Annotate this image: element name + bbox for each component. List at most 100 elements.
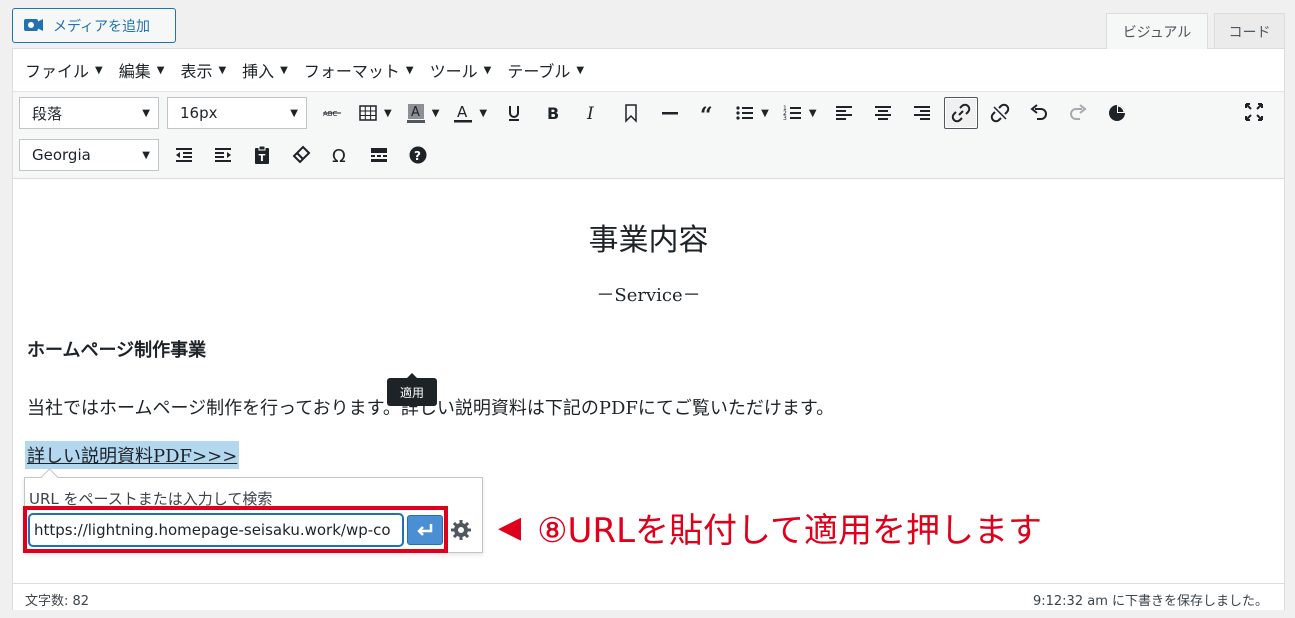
toolbar-row-1: 段落 ▼ 16px ▼ ABC ▼ A ▼ A ▼ B I “ ▼ 123 ▼ [19,96,1139,130]
pie-chart-button[interactable] [1100,97,1134,129]
underline-button[interactable] [497,97,531,129]
font-size-select[interactable]: 16px ▼ [167,97,307,129]
menu-edit[interactable]: 編集 ▼ [119,58,165,82]
special-character-icon: Ω [332,146,346,165]
background-color-icon: A [406,104,425,123]
add-media-label: メディアを追加 [53,18,151,35]
menu-insert[interactable]: 挿入 ▼ [242,58,288,82]
bullet-list-icon [736,106,754,120]
menu-view[interactable]: 表示 ▼ [180,58,226,82]
menu-label: ツール [429,62,478,81]
bullet-list-button[interactable] [731,97,759,129]
underline-icon [509,106,520,121]
horizontal-rule-button[interactable] [653,97,687,129]
undo-button[interactable] [1022,97,1056,129]
help-icon: ? [409,146,427,164]
italic-button[interactable]: I [575,97,609,129]
menu-table[interactable]: テーブル ▼ [507,58,584,82]
svg-text:“: “ [700,103,713,123]
editor-menubar: ファイル ▼ 編集 ▼ 表示 ▼ 挿入 ▼ フォーマット ▼ ツール ▼ テーブル ▼ [13,49,1284,91]
help-button[interactable]: ? [401,139,435,171]
annotation-text: ⑧URLを貼付して適用を押します [537,511,1042,551]
background-color-button[interactable]: A [402,97,430,129]
numbered-list-icon: 123 [783,105,801,122]
caret-down-icon[interactable]: ▼ [809,108,817,119]
indent-icon [215,148,231,162]
table-icon [359,105,377,121]
align-right-button[interactable] [905,97,939,129]
table-button[interactable] [354,97,382,129]
special-character-button[interactable]: Ω [323,139,357,171]
caret-down-icon: ▼ [483,64,492,76]
menu-tools[interactable]: ツール ▼ [430,58,492,82]
svg-text:3: 3 [783,115,787,122]
toolbar-row-2: Georgia ▼ T Ω ? [19,138,440,172]
section-heading: ホームページ制作事業 [27,340,207,361]
menu-format[interactable]: フォーマット ▼ [304,58,414,82]
outdent-button[interactable] [167,139,201,171]
read-more-button[interactable] [362,139,396,171]
caret-down-icon: ▼ [218,64,227,76]
font-family-select[interactable]: Georgia ▼ [19,139,159,171]
text-color-icon: A [454,103,473,123]
font-family-value: Georgia [32,146,91,164]
menu-label: ファイル [25,62,90,81]
svg-text:B: B [547,104,559,123]
fullscreen-button[interactable] [1237,96,1271,128]
link-options-button[interactable] [449,518,473,542]
clear-formatting-button[interactable] [284,139,318,171]
insert-link-button[interactable] [943,97,978,129]
strikethrough-button[interactable]: ABC [315,97,349,129]
horizontal-rule-icon [662,112,679,115]
align-left-button[interactable] [827,97,861,129]
blockquote-button[interactable]: “ [692,97,726,129]
bookmark-icon [625,104,637,123]
unlink-button[interactable] [983,97,1017,129]
redo-button[interactable] [1061,97,1095,129]
menu-file[interactable]: ファイル ▼ [25,58,103,82]
paste-as-text-button[interactable]: T [245,139,279,171]
format-select[interactable]: 段落 ▼ [19,97,159,129]
caret-down-icon[interactable]: ▼ [432,108,440,119]
caret-down-icon: ▼ [156,64,165,76]
blockquote-icon: “ [700,103,713,123]
indent-button[interactable] [206,139,240,171]
annotation-callout: ◀ ⑧URLを貼付して適用を押します [498,503,1042,552]
italic-icon: I [586,104,594,123]
svg-text:T: T [259,153,266,164]
page-heading: 事業内容 [588,223,709,258]
apply-link-button[interactable] [407,515,443,545]
caret-down-icon[interactable]: ▼ [384,108,392,119]
svg-text:Ω: Ω [332,146,346,165]
caret-down-icon[interactable]: ▼ [761,108,769,119]
insert-link-icon [951,103,970,123]
paste-as-text-icon: T [255,145,269,164]
clear-formatting-icon [292,145,311,164]
url-input[interactable] [29,514,403,546]
svg-text:?: ? [414,149,421,163]
apply-tooltip: 適用 [387,373,437,406]
caret-down-icon: ▼ [290,107,298,119]
align-center-button[interactable] [866,97,900,129]
selected-link-text[interactable]: 詳しい説明資料PDF>>> [25,441,240,469]
svg-text:ABC: ABC [323,110,337,118]
add-media-button[interactable]: メディアを追加 [12,8,176,43]
redo-icon [1069,104,1087,120]
caret-down-icon[interactable]: ▼ [479,108,487,119]
media-icon [24,18,43,31]
outdent-icon [176,148,192,162]
page-subheading: －Service－ [596,285,701,306]
tab-visual[interactable]: ビジュアル [1106,13,1208,49]
gear-icon [451,520,471,540]
svg-text:A: A [457,103,468,121]
align-right-icon [913,106,930,120]
autosave-status: 9:12:32 am に下書きを保存しました。 [1032,594,1268,609]
menu-label: テーブル [507,62,571,81]
text-color-button[interactable]: A [449,97,477,129]
tab-code[interactable]: コード [1214,13,1285,49]
read-more-icon [371,148,387,162]
numbered-list-button[interactable]: 123 [779,97,807,129]
bold-button[interactable]: B [536,97,570,129]
formatting-toolbar: 段落 ▼ 16px ▼ ABC ▼ A ▼ A ▼ B I “ ▼ 123 ▼ [13,91,1284,179]
bookmark-button[interactable] [614,97,648,129]
